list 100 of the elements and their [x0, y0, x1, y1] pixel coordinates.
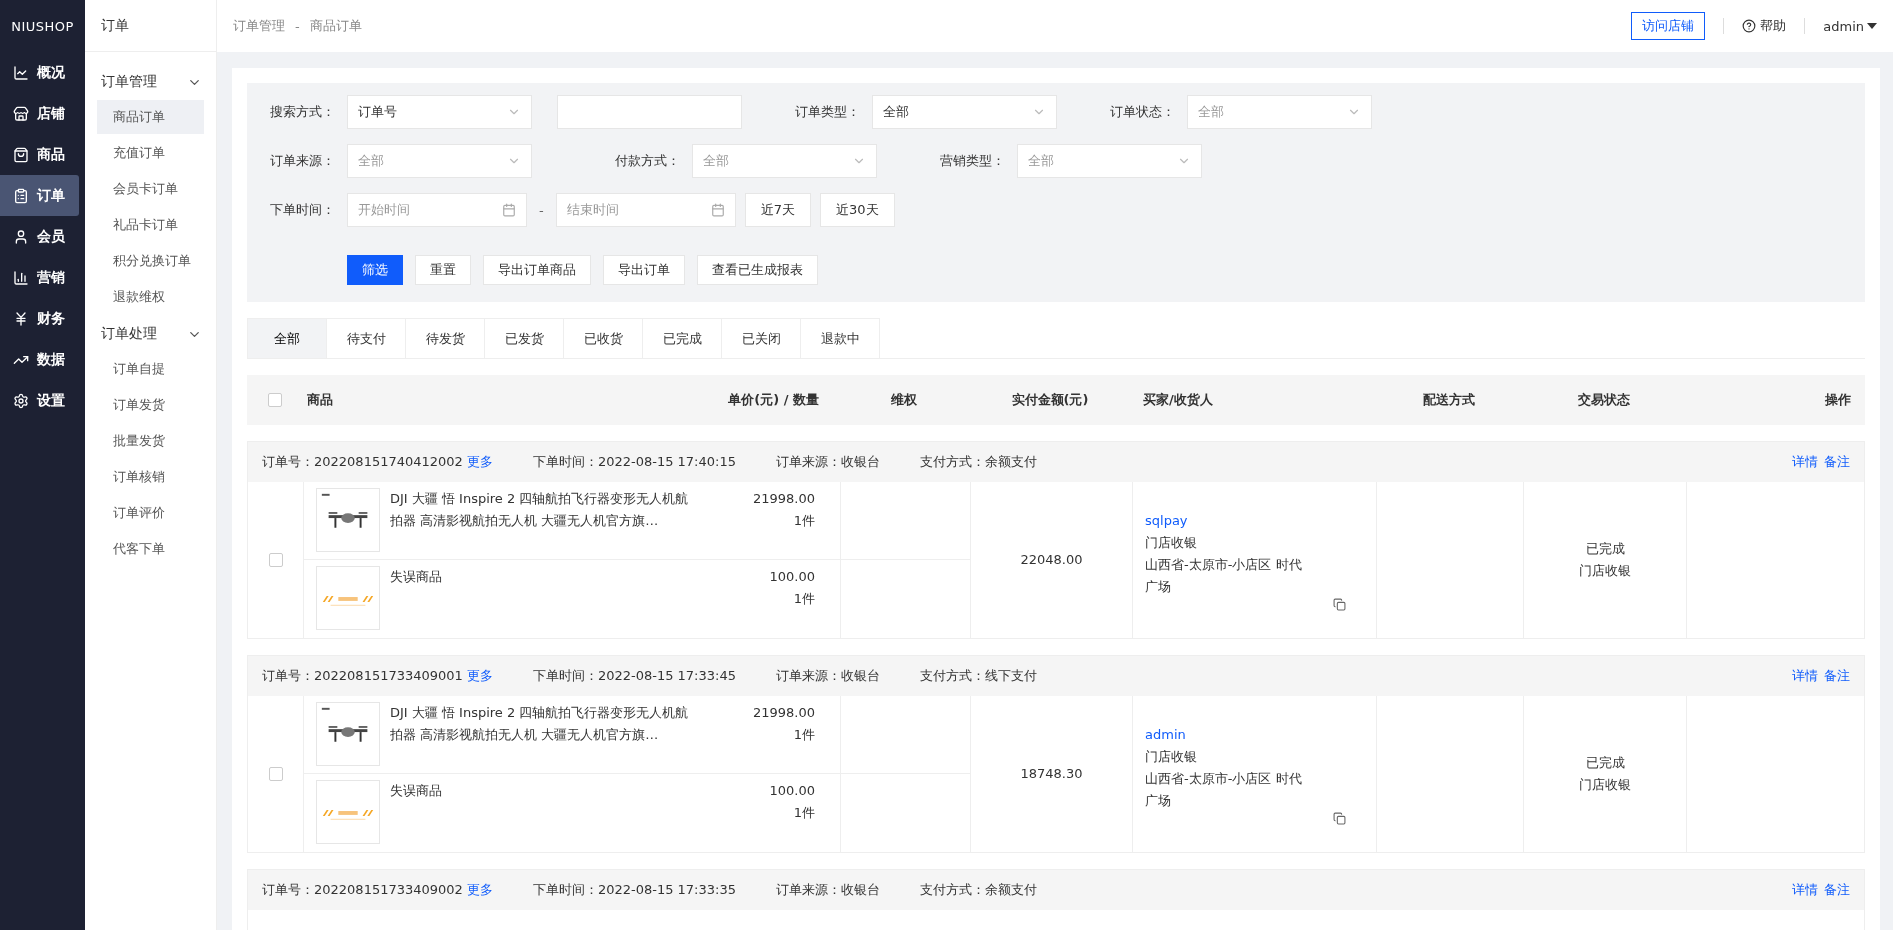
order-time: 下单时间：2022-08-15 17:33:35 [532, 881, 736, 899]
order-action-link[interactable]: 备注 [1824, 667, 1850, 685]
order-action-link[interactable]: 详情 [1792, 453, 1818, 471]
status-tab[interactable]: 退款中 [800, 318, 880, 358]
more-link[interactable]: 更多 [466, 881, 493, 899]
nav-item[interactable]: 商品 [0, 134, 79, 175]
shopping-bag-icon [13, 146, 29, 163]
order-action-link[interactable]: 备注 [1824, 881, 1850, 899]
unit-price: 21998.00 [752, 490, 815, 508]
order-number: 订单号：202208151733409002 [262, 881, 463, 899]
shipping-address: 山西省-太原市-小店区 时代广场 [1145, 769, 1303, 810]
order-source: 订单来源：收银台 [775, 667, 880, 685]
column-header: 实付金额(元) [1011, 391, 1089, 409]
unit-price: 21998.00 [752, 704, 815, 722]
submenu-item[interactable]: 退款维权 [97, 280, 204, 314]
status-detail: 门店收银 [1579, 562, 1631, 580]
product-name[interactable]: DJI 大疆 悟 Inspire 2 四轴航拍飞行器变形无人机航拍器 高清影视航拍无人机 大疆无人机官方旗… [390, 488, 690, 559]
shipping-address: 山西省-太原市-小店区 时代广场 [1145, 555, 1303, 596]
user-menu[interactable]: admin [1823, 18, 1864, 34]
more-link[interactable]: 更多 [466, 667, 493, 685]
column-header: 商品 [306, 391, 334, 409]
filter-action-button[interactable]: 重置 [415, 255, 471, 285]
order-action-link[interactable]: 详情 [1792, 667, 1818, 685]
product-name[interactable]: 失误商品 [390, 780, 690, 852]
order-action-link[interactable]: 备注 [1824, 453, 1850, 471]
breadcrumb-separator: - [295, 18, 300, 34]
submenu-item[interactable]: 订单发货 [97, 388, 204, 422]
quantity: 1件 [793, 726, 815, 744]
order-action-link[interactable]: 详情 [1792, 881, 1818, 899]
range-separator: - [539, 202, 544, 218]
nav-item[interactable]: 店铺 [0, 93, 79, 134]
payment-method: 支付方式：余额支付 [919, 881, 1037, 899]
copy-icon[interactable] [1333, 597, 1346, 611]
yen-icon [13, 310, 29, 327]
paid-amount: 18748.30 [1020, 765, 1083, 783]
nav-item[interactable]: 设置 [0, 380, 79, 421]
breadcrumb-current: 商品订单 [309, 17, 362, 35]
submenu-item[interactable]: 商品订单 [97, 100, 204, 134]
select-all-checkbox[interactable] [267, 393, 282, 407]
column-header: 配送方式 [1422, 391, 1475, 409]
order-source: 订单来源：收银台 [775, 881, 880, 899]
submenu-item[interactable]: 订单自提 [97, 352, 204, 386]
submenu-item[interactable]: 批量发货 [97, 424, 204, 458]
help-icon[interactable] [1742, 19, 1757, 33]
quick-range-button[interactable]: 近30天 [820, 193, 895, 227]
quantity: 1件 [793, 590, 815, 608]
filter-label: 营销类型： [939, 152, 1006, 170]
column-header: 单价(元) / 数量 [727, 391, 820, 409]
filter-label: 订单类型： [794, 103, 861, 121]
filter-action-button[interactable]: 导出订单商品 [483, 255, 591, 285]
user-icon [13, 228, 29, 245]
payment-method: 支付方式：线下支付 [919, 667, 1037, 685]
submenu-item[interactable]: 会员卡订单 [97, 172, 204, 206]
filter-action-button[interactable]: 查看已生成报表 [697, 255, 818, 285]
nav-item[interactable]: 概况 [0, 52, 79, 93]
section-title: 订单 [85, 0, 216, 52]
buyer-link[interactable]: admin [1145, 723, 1186, 746]
submenu-item[interactable]: 订单核销 [97, 460, 204, 494]
filter-action-button[interactable]: 导出订单 [603, 255, 685, 285]
nav-item[interactable]: 财务 [0, 298, 79, 339]
input-field[interactable] [557, 95, 742, 129]
menu-group[interactable]: 订单管理 [85, 64, 216, 100]
paid-amount: 22048.00 [1020, 551, 1083, 569]
column-header: 交易状态 [1577, 391, 1630, 409]
submenu-item[interactable]: 充值订单 [97, 136, 204, 170]
help-link[interactable]: 帮助 [1760, 17, 1787, 35]
status-tab[interactable]: 全部 [247, 318, 327, 358]
checkbox[interactable] [268, 553, 283, 567]
unit-price: 100.00 [769, 568, 815, 586]
quantity: 1件 [793, 512, 815, 530]
quick-range-button[interactable]: 近7天 [744, 193, 811, 227]
calendar-icon [502, 203, 516, 217]
product-name[interactable]: 失误商品 [390, 566, 690, 638]
checkbox[interactable] [268, 767, 283, 781]
filter-label: 付款方式： [614, 152, 681, 170]
delivery-method: 门店收银 [1145, 747, 1197, 766]
nav-item[interactable]: 订单 [0, 175, 79, 216]
copy-icon[interactable] [1333, 811, 1346, 825]
visit-store-button[interactable]: 访问店铺 [1631, 12, 1706, 40]
submenu-item[interactable]: 订单评价 [97, 496, 204, 530]
nav-item[interactable]: 营销 [0, 257, 79, 298]
product-name[interactable]: DJI 大疆 悟 Inspire 2 四轴航拍飞行器变形无人机航拍器 高清影视航拍无人机 大疆无人机官方旗… [390, 702, 690, 773]
select-field[interactable]: 全部 [872, 95, 1057, 129]
select-field[interactable]: 订单号 [347, 95, 532, 129]
nav-item[interactable]: 会员 [0, 216, 79, 257]
submenu-item[interactable]: 代客下单 [97, 532, 204, 566]
breadcrumb-link[interactable]: 订单管理 [233, 17, 285, 35]
more-link[interactable]: 更多 [466, 453, 493, 471]
menu-group[interactable]: 订单处理 [85, 316, 216, 352]
calendar-icon [710, 203, 725, 217]
submenu-item[interactable]: 礼品卡订单 [97, 208, 204, 242]
store-icon [13, 105, 29, 122]
filter-action-button[interactable]: 筛选 [347, 255, 403, 285]
submenu-item[interactable]: 积分兑换订单 [97, 244, 204, 278]
line-chart-icon [13, 64, 29, 81]
nav-item[interactable]: 数据 [0, 339, 79, 380]
buyer-link[interactable]: sqlpay [1145, 509, 1188, 532]
order-status: 已完成 [1585, 754, 1625, 772]
delivery-method: 门店收银 [1145, 533, 1197, 552]
column-header: 买家/收货人 [1142, 391, 1214, 409]
